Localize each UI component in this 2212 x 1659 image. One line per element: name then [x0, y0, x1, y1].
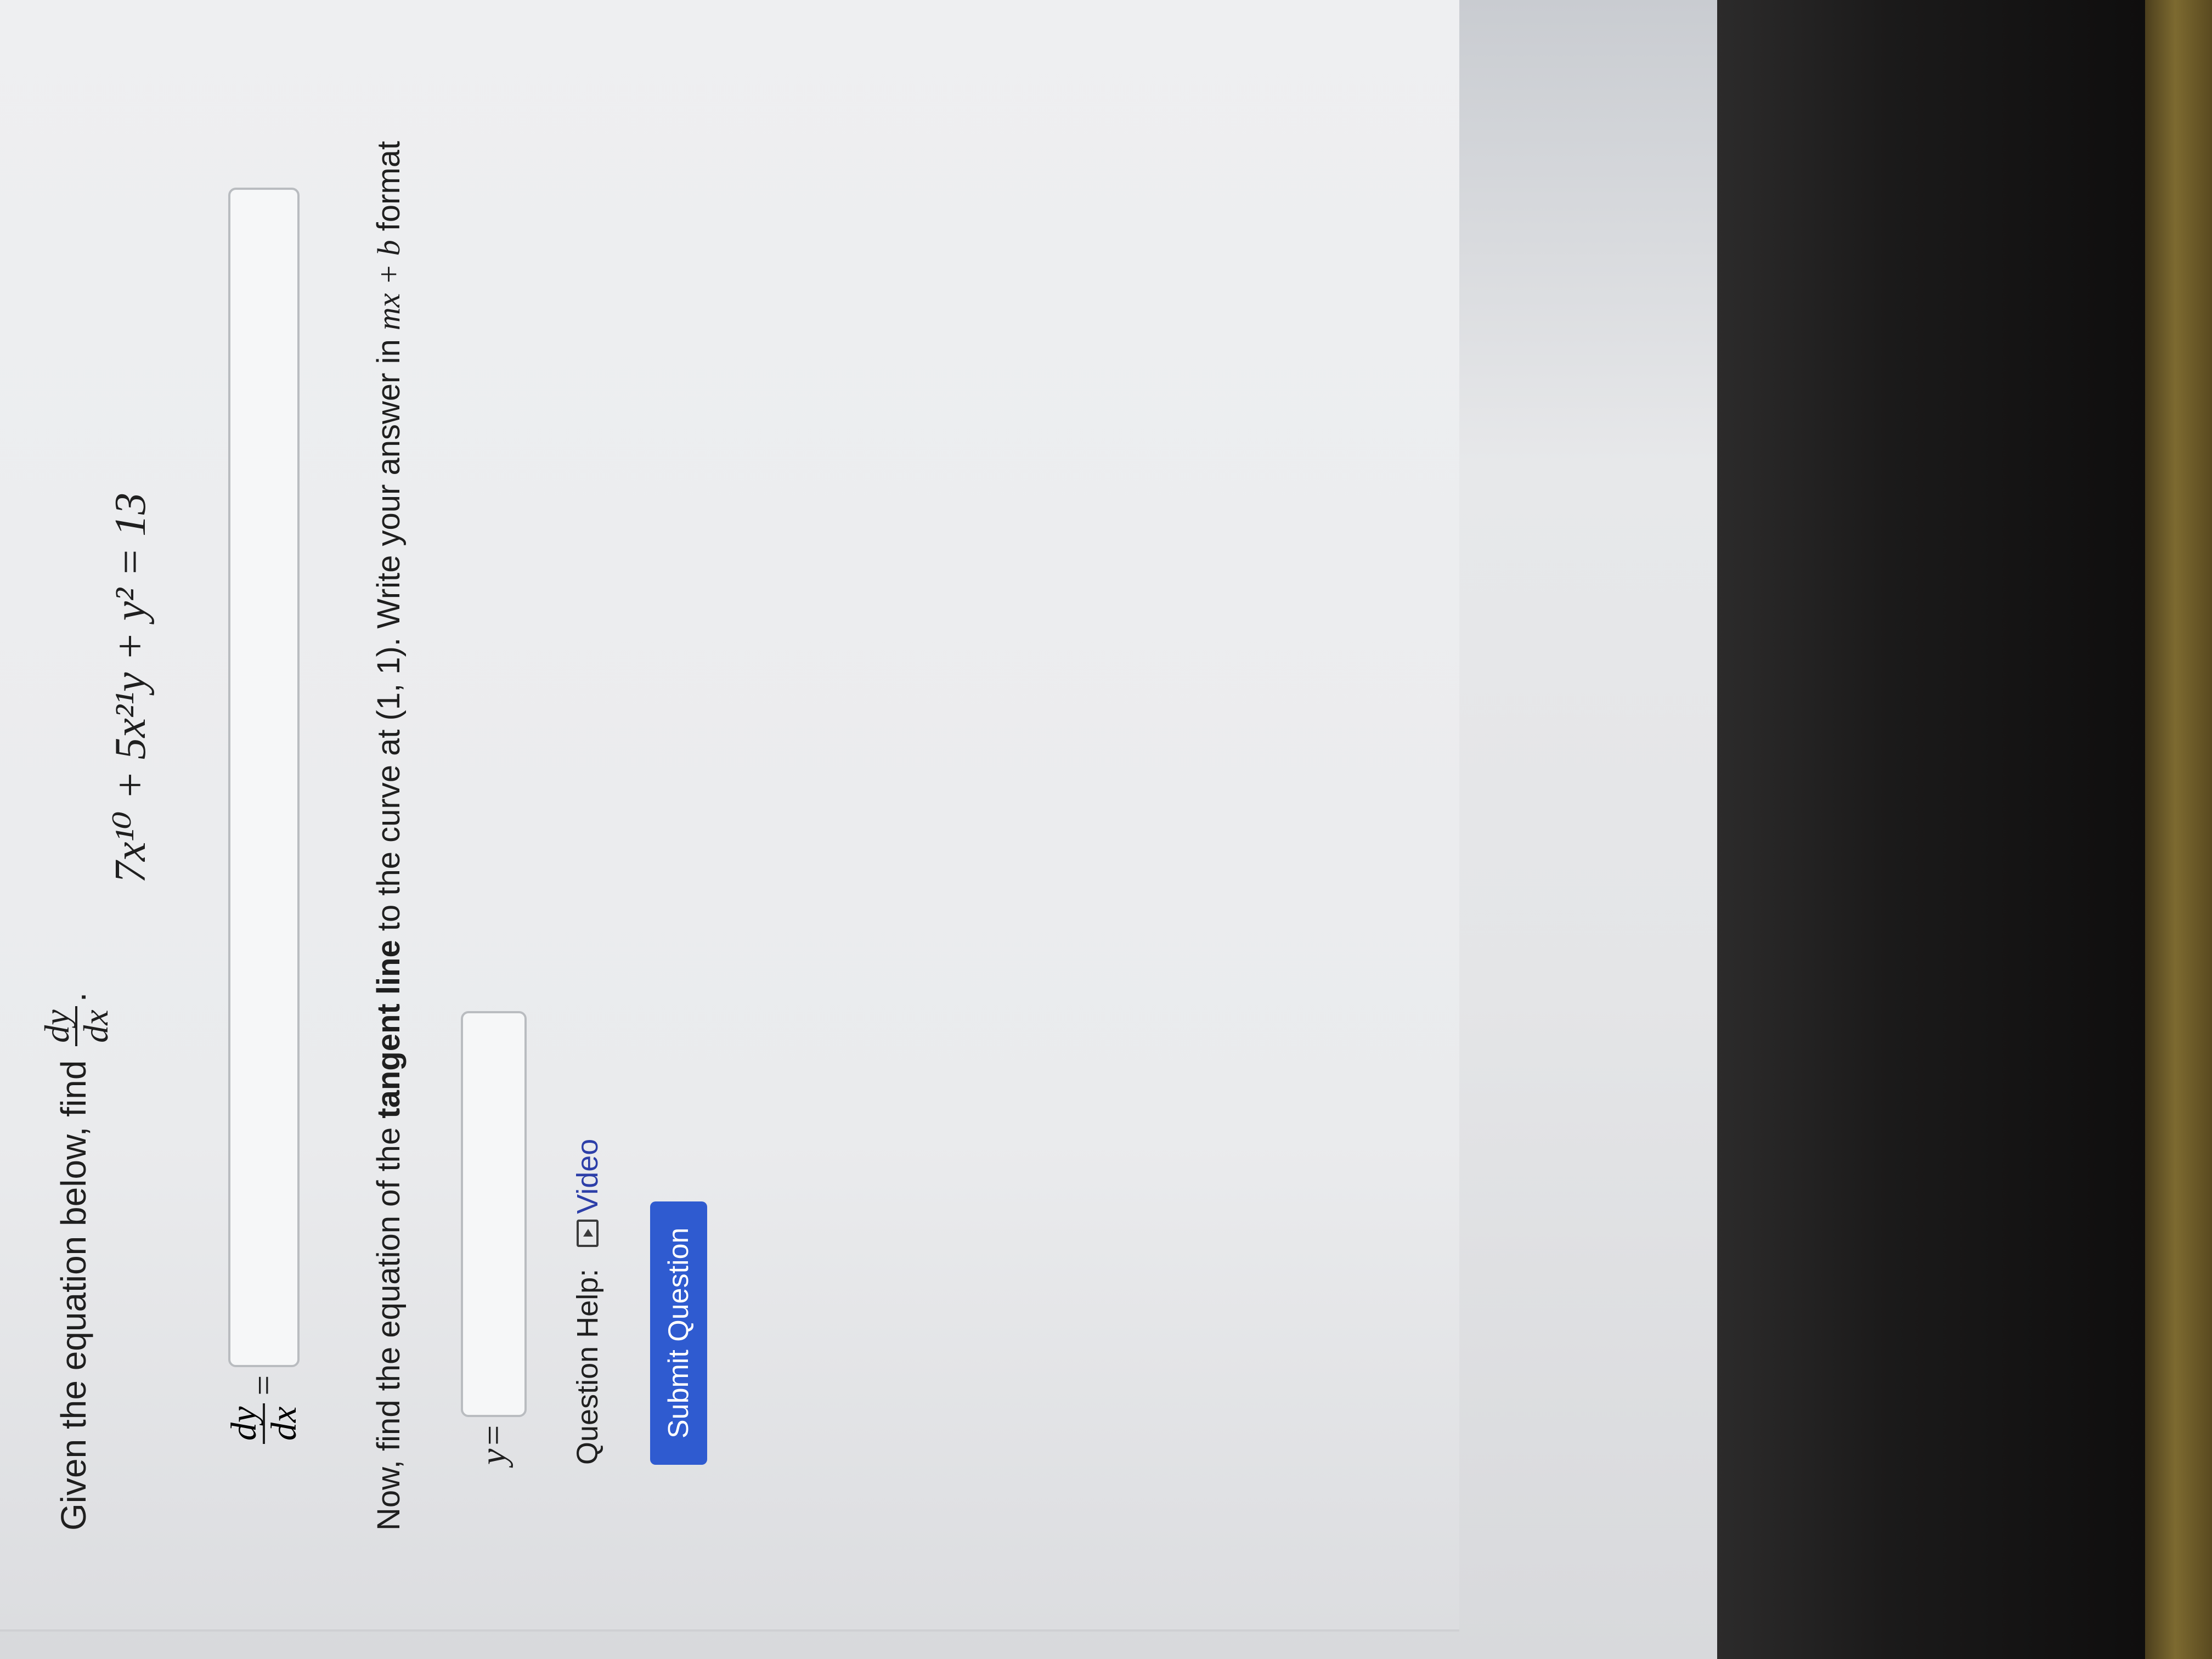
label-denominator: dx: [264, 1406, 304, 1441]
equals-sign: =: [244, 1375, 284, 1396]
screen: Given the equation below, find dy dx . 7…: [0, 0, 1717, 1659]
video-link[interactable]: Video: [571, 1139, 605, 1247]
video-link-label: Video: [571, 1138, 604, 1214]
play-video-icon: [577, 1219, 599, 1247]
question-help: Question Help: Video: [571, 1139, 605, 1465]
label-numerator: dy: [224, 1403, 266, 1444]
prompt-part-1: Now, find the equation of the: [371, 1118, 407, 1531]
derivative-answer-input[interactable]: [228, 188, 300, 1368]
question-panel: Given the equation below, find dy dx . 7…: [0, 0, 1459, 1632]
fraction-numerator: dy: [37, 1006, 78, 1046]
prompt-period: .: [54, 992, 94, 1002]
tangent-answer-row: y =: [461, 1011, 527, 1465]
prompt-part-2: to the curve at (1, 1). Write your answe…: [371, 330, 407, 940]
question-prompt: Given the equation below, find dy dx .: [37, 992, 116, 1531]
prompt-text: Given the equation below, find: [54, 1060, 94, 1531]
tangent-answer-input[interactable]: [461, 1011, 527, 1418]
derivative-answer-row: dy dx =: [224, 188, 304, 1448]
tangent-line-prompt: Now, find the equation of the tangent li…: [370, 141, 407, 1531]
y-label: y: [473, 1448, 514, 1465]
dy-dx-label: dy dx: [224, 1403, 304, 1444]
submit-question-button[interactable]: Submit Question: [650, 1201, 707, 1465]
monitor-bezel: [1717, 0, 2145, 1659]
given-equation: 7x¹⁰ + 5x²¹y + y² = 13: [106, 493, 155, 883]
prompt-bold-term: tangent line: [371, 940, 407, 1119]
monitor-edge: [2145, 0, 2212, 1659]
format-math: mx + b: [371, 240, 407, 331]
question-help-label: Question Help:: [571, 1268, 604, 1465]
prompt-part-3: format: [371, 140, 407, 240]
fraction-denominator: dx: [76, 1009, 116, 1043]
equals-sign: =: [473, 1425, 514, 1446]
derivative-fraction: dy dx: [37, 1006, 116, 1046]
